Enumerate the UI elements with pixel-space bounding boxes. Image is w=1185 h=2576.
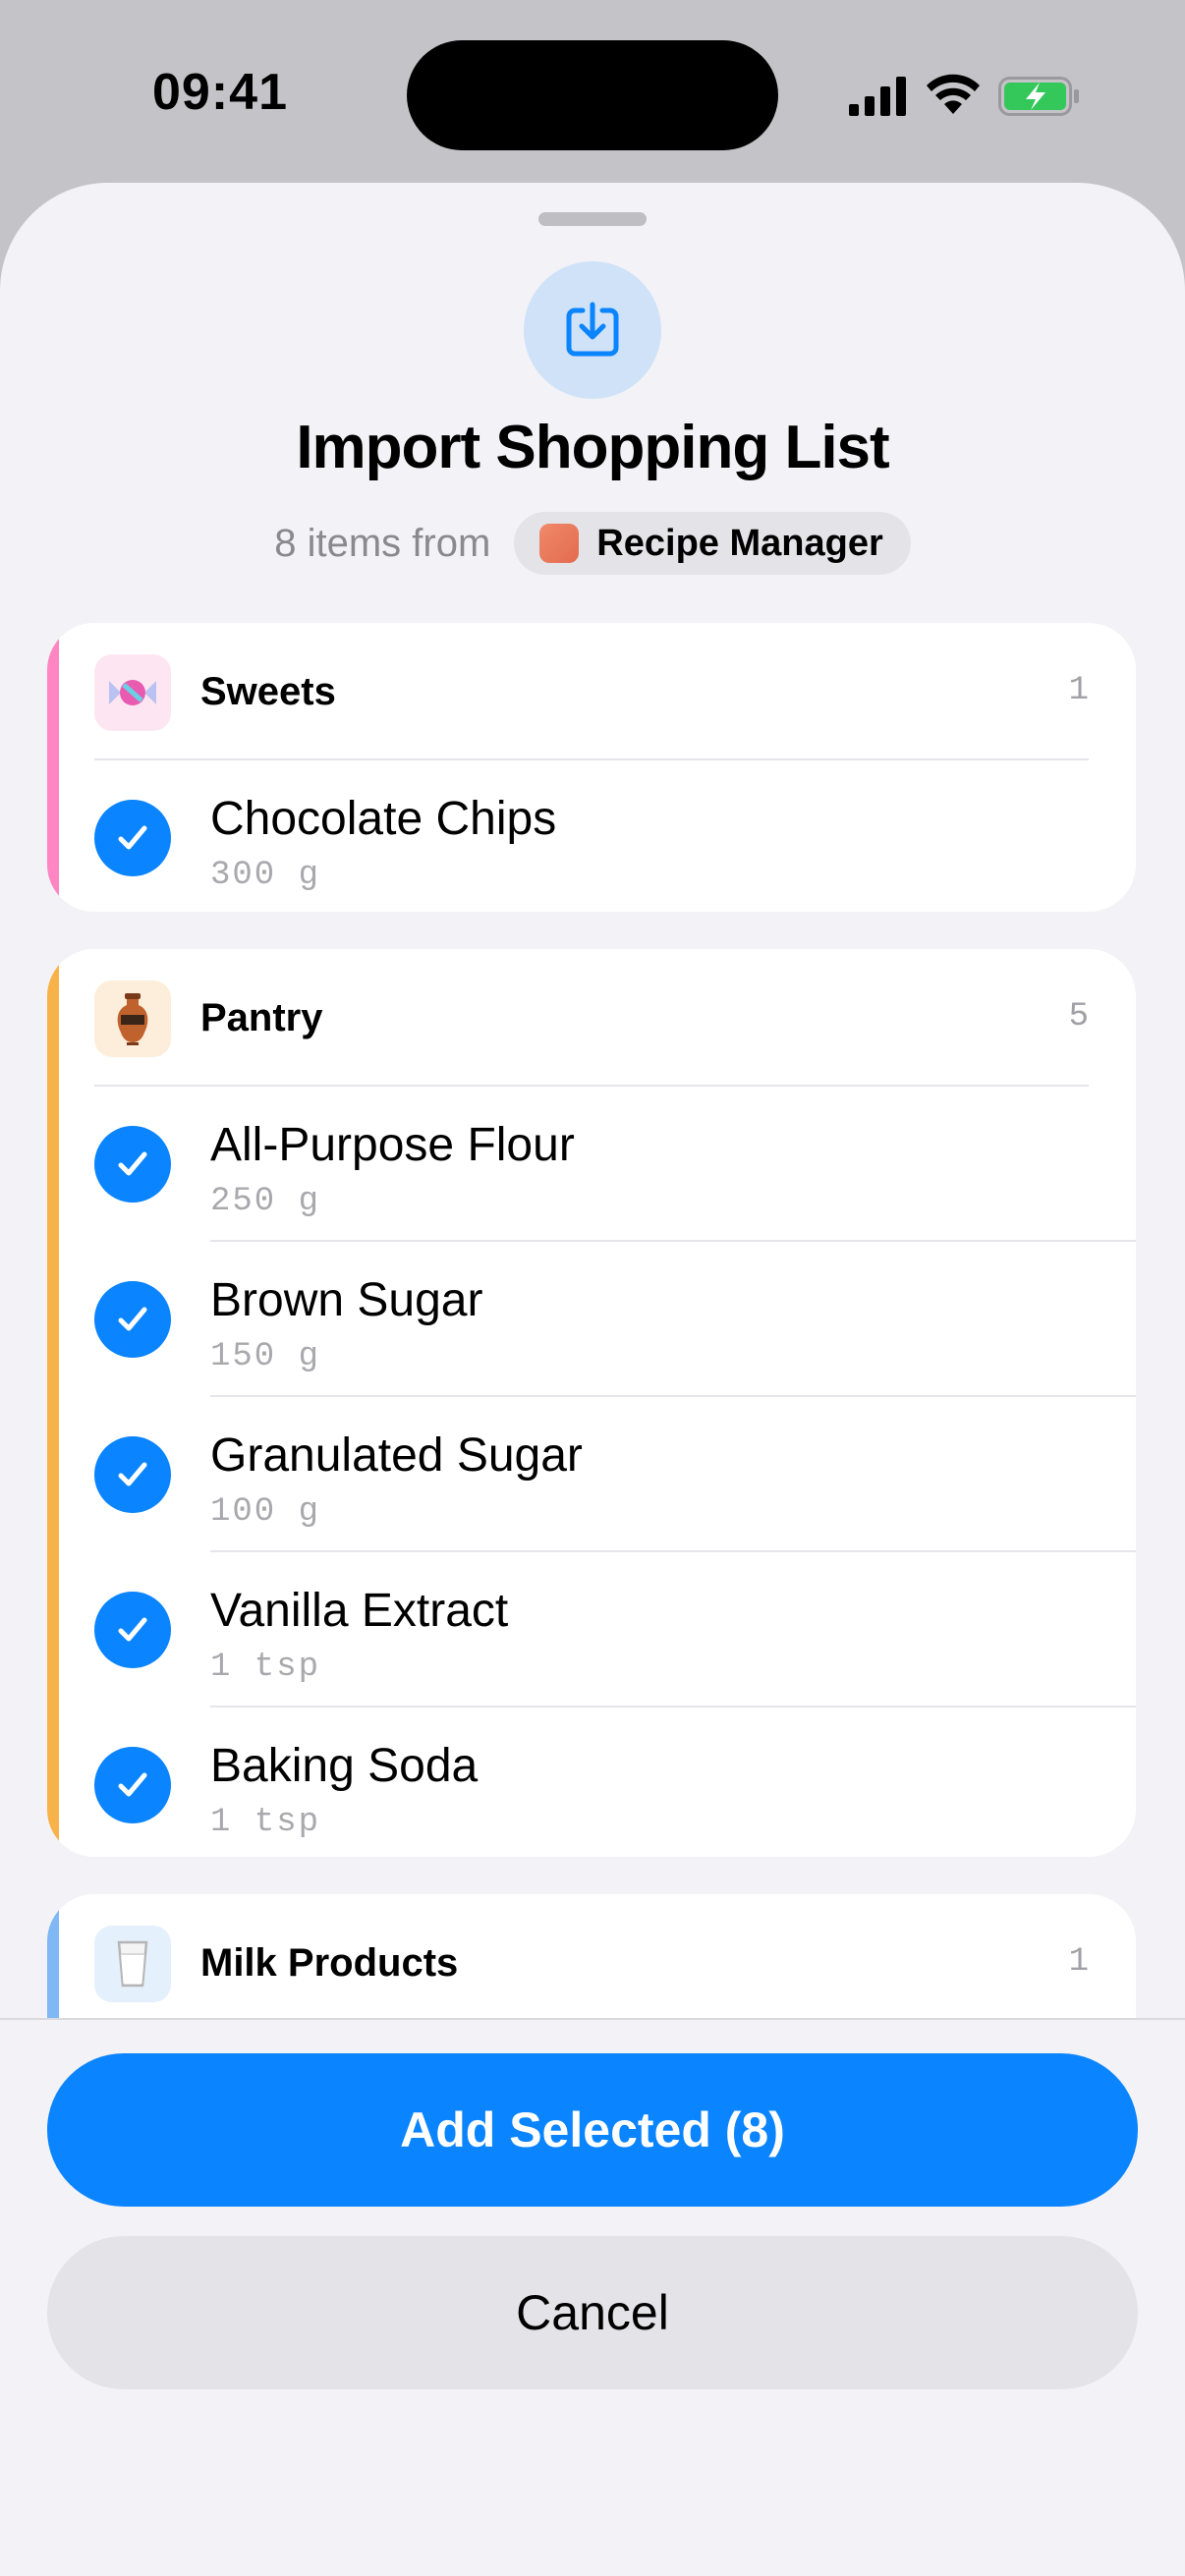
recipe-manager-app-icon bbox=[539, 524, 580, 563]
dynamic-island bbox=[407, 40, 778, 150]
category-count: 5 bbox=[1068, 998, 1089, 1036]
checkmark-circle-icon[interactable] bbox=[94, 1126, 171, 1203]
subtitle-text: 8 items from bbox=[274, 521, 491, 565]
import-tray-icon bbox=[524, 261, 661, 399]
category-name: Milk Products bbox=[200, 1941, 459, 1985]
list-item[interactable]: Vanilla Extract 1 tsp bbox=[47, 1552, 1136, 1708]
item-name: Brown Sugar bbox=[210, 1274, 483, 1326]
list-item[interactable]: Granulated Sugar 100 g bbox=[47, 1397, 1136, 1552]
item-name: Chocolate Chips bbox=[210, 793, 557, 845]
amphora-icon bbox=[94, 980, 171, 1057]
item-name: Vanilla Extract bbox=[210, 1585, 509, 1637]
category-card-pantry: Pantry 5 All-Purpose Flour 250 g Brown S… bbox=[47, 949, 1136, 1857]
item-quantity: 300 g bbox=[210, 857, 321, 894]
item-name: Granulated Sugar bbox=[210, 1429, 583, 1482]
source-app-chip: Recipe Manager bbox=[514, 512, 911, 575]
milk-glass-icon bbox=[94, 1926, 171, 2002]
candy-icon bbox=[94, 654, 171, 731]
sheet-scroll-area[interactable]: Import Shopping List 8 items from Recipe… bbox=[0, 183, 1185, 2018]
item-quantity: 1 tsp bbox=[210, 1649, 321, 1686]
category-header: Milk Products 1 bbox=[47, 1894, 1136, 2018]
sheet-footer: Add Selected (8) Cancel bbox=[0, 2018, 1185, 2576]
category-card-sweets: Sweets 1 Chocolate Chips 300 g bbox=[47, 623, 1136, 912]
item-name: Baking Soda bbox=[210, 1740, 479, 1792]
item-quantity: 100 g bbox=[210, 1493, 321, 1531]
list-item[interactable]: Chocolate Chips 300 g bbox=[47, 760, 1136, 912]
list-item[interactable]: Brown Sugar 150 g bbox=[47, 1242, 1136, 1397]
item-quantity: 150 g bbox=[210, 1338, 321, 1375]
category-count: 1 bbox=[1068, 1943, 1089, 1981]
checkmark-circle-icon[interactable] bbox=[94, 1747, 171, 1823]
sheet-subtitle: 8 items from Recipe Manager bbox=[0, 511, 1185, 576]
category-count: 1 bbox=[1068, 672, 1089, 709]
list-item[interactable]: Baking Soda 1 tsp bbox=[47, 1708, 1136, 1857]
item-quantity: 1 tsp bbox=[210, 1804, 321, 1841]
sheet-grabber[interactable] bbox=[538, 212, 647, 226]
checkmark-circle-icon[interactable] bbox=[94, 1436, 171, 1513]
category-name: Pantry bbox=[200, 996, 323, 1039]
wifi-icon bbox=[927, 74, 980, 114]
category-card-milk-products: Milk Products 1 bbox=[47, 1894, 1136, 2018]
import-sheet: Import Shopping List 8 items from Recipe… bbox=[0, 183, 1185, 2576]
source-app-name: Recipe Manager bbox=[596, 522, 883, 564]
add-selected-button[interactable]: Add Selected (8) bbox=[47, 2053, 1138, 2207]
battery-charging-icon bbox=[998, 77, 1079, 116]
item-name: All-Purpose Flour bbox=[210, 1119, 575, 1171]
checkmark-circle-icon[interactable] bbox=[94, 800, 171, 876]
status-bar: 09:41 bbox=[0, 0, 1185, 187]
category-name: Sweets bbox=[200, 670, 336, 713]
sheet-title: Import Shopping List bbox=[296, 414, 889, 481]
list-item[interactable]: All-Purpose Flour 250 g bbox=[47, 1087, 1136, 1242]
checkmark-circle-icon[interactable] bbox=[94, 1281, 171, 1358]
cellular-signal-icon bbox=[849, 77, 906, 116]
category-header: Pantry 5 bbox=[47, 949, 1136, 1087]
item-quantity: 250 g bbox=[210, 1183, 321, 1220]
cancel-button[interactable]: Cancel bbox=[47, 2236, 1138, 2389]
category-header: Sweets 1 bbox=[47, 623, 1136, 760]
checkmark-circle-icon[interactable] bbox=[94, 1592, 171, 1668]
status-time: 09:41 bbox=[152, 64, 288, 121]
